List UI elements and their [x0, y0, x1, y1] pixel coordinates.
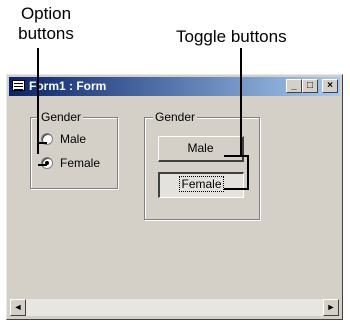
- option-callout-line1: Option: [20, 4, 72, 23]
- male-toggle-label: Male: [187, 141, 214, 155]
- male-toggle-button[interactable]: Male: [158, 136, 244, 162]
- option-buttons-callout: Option buttons: [6, 4, 86, 44]
- option-group-label: Gender: [39, 110, 84, 124]
- option-callout-line2: buttons: [18, 24, 74, 43]
- male-radio[interactable]: [41, 133, 53, 145]
- toggle-group-frame: Gender Male Female: [144, 110, 260, 220]
- form-icon[interactable]: [12, 80, 25, 91]
- male-option-label: Male: [60, 132, 87, 146]
- scroll-left-button[interactable]: ◄: [10, 299, 26, 316]
- close-button[interactable]: ×: [322, 79, 338, 93]
- option-group-frame: Gender Male Female: [30, 110, 118, 189]
- female-toggle-button[interactable]: Female: [158, 172, 244, 198]
- horizontal-scrollbar[interactable]: ◄ ►: [10, 299, 339, 316]
- form-window: Form1 : Form _ □ × Gender Male Female Ge…: [6, 74, 343, 320]
- female-toggle-label: Female: [179, 176, 224, 192]
- maximize-button[interactable]: □: [302, 79, 318, 93]
- toggle-group-label: Gender: [153, 110, 198, 124]
- minimize-button[interactable]: _: [286, 79, 302, 93]
- title-bar[interactable]: Form1 : Form _ □ ×: [9, 77, 340, 96]
- female-option-label: Female: [60, 156, 101, 170]
- female-radio[interactable]: [41, 157, 53, 169]
- form-detail-area: Gender Male Female Gender Male Female: [10, 98, 339, 297]
- scroll-right-button[interactable]: ►: [323, 299, 339, 316]
- window-title: Form1 : Form: [29, 79, 107, 93]
- toggle-buttons-callout: Toggle buttons: [176, 27, 287, 46]
